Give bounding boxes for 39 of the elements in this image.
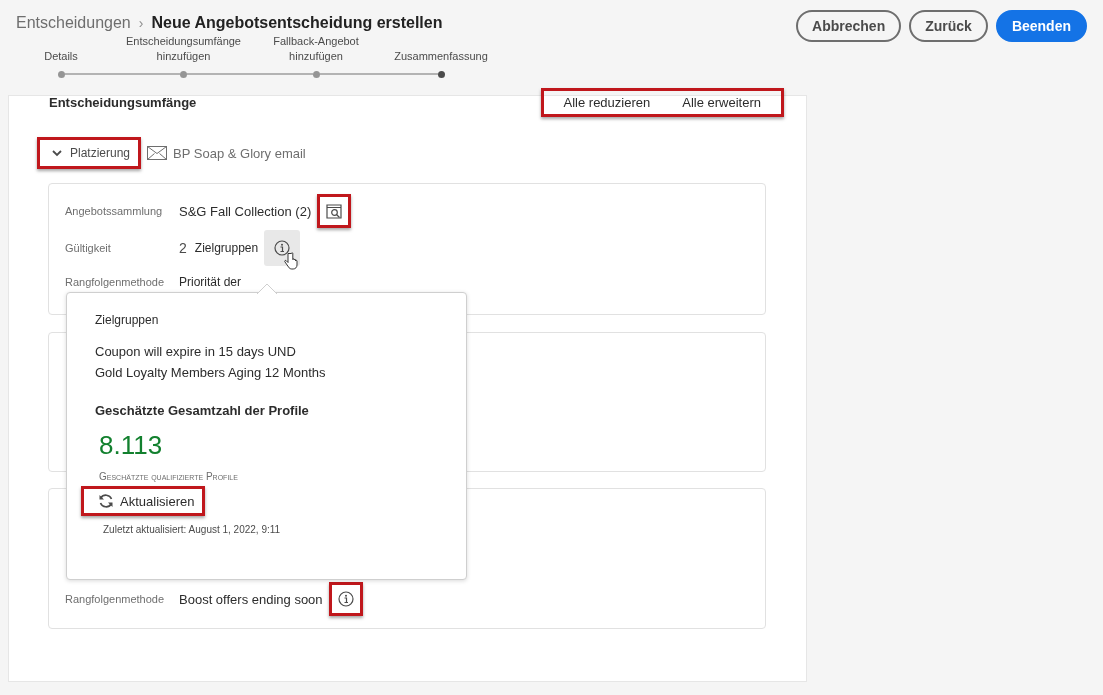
ranking-value: Priorität der xyxy=(179,274,242,289)
info-icon xyxy=(337,591,354,607)
preview-icon xyxy=(326,203,343,219)
page-title: Neue Angebotsentscheidung erstellen xyxy=(151,14,443,32)
profile-count-caption: Geschätzte qualifizierte Profile xyxy=(99,471,239,482)
section-title: Entscheidungsumfänge xyxy=(49,95,197,110)
profiles-heading: Geschätzte Gesamtzahl der Profile xyxy=(95,403,310,418)
collection-value: S&G Fall Collection (2) xyxy=(179,203,312,219)
breadcrumb-separator: › xyxy=(138,15,144,31)
secondary-button[interactable]: Zurück xyxy=(909,10,988,42)
hand-cursor-icon xyxy=(284,252,299,270)
audience-value: Zielgruppen xyxy=(194,241,259,255)
field-label: Gültigkeit xyxy=(65,242,112,254)
audience-line: Gold Loyalty Members Aging 12 Months xyxy=(95,364,327,382)
step-label: Fallback-Angebot hinzufügen xyxy=(272,34,360,64)
toggle-all-button[interactable]: Alle reduzieren xyxy=(563,95,651,110)
audience-line: Coupon will expire in 15 days UND xyxy=(95,343,297,361)
step-label: Zusammenfassung xyxy=(394,49,488,64)
profile-count: 8.113 xyxy=(99,430,164,461)
refresh-icon xyxy=(98,493,114,509)
breadcrumb-link[interactable]: Entscheidungen xyxy=(16,14,131,32)
step-label: Entscheidungsumfänge hinzufügen xyxy=(125,34,242,64)
secondary-button[interactable]: Abbrechen xyxy=(796,10,902,42)
field-label: Rangfolgenmethode xyxy=(65,593,166,605)
info-icon xyxy=(274,240,291,256)
ranking-value: Boost offers ending soon xyxy=(179,591,323,607)
last-updated: Zuletzt aktualisiert: August 1, 2022, 9:11 xyxy=(103,524,282,535)
audience-count: 2 xyxy=(179,240,187,256)
placement-toggle[interactable]: Platzierung xyxy=(40,140,139,166)
channel-name: BP Soap & Glory email xyxy=(173,145,306,161)
field-label: Rangfolgenmethode xyxy=(65,275,166,288)
toggle-all-button[interactable]: Alle erweitern xyxy=(682,95,761,110)
envelope-icon xyxy=(147,146,168,160)
field-label: Angebotssammlung xyxy=(65,205,164,217)
refresh-button[interactable]: Aktualisieren xyxy=(84,489,203,513)
step-label: Details xyxy=(44,49,78,64)
popover-title: Zielgruppen xyxy=(95,313,160,327)
chevron-down-icon xyxy=(52,149,62,157)
finish-button[interactable]: Beenden xyxy=(995,10,1087,42)
